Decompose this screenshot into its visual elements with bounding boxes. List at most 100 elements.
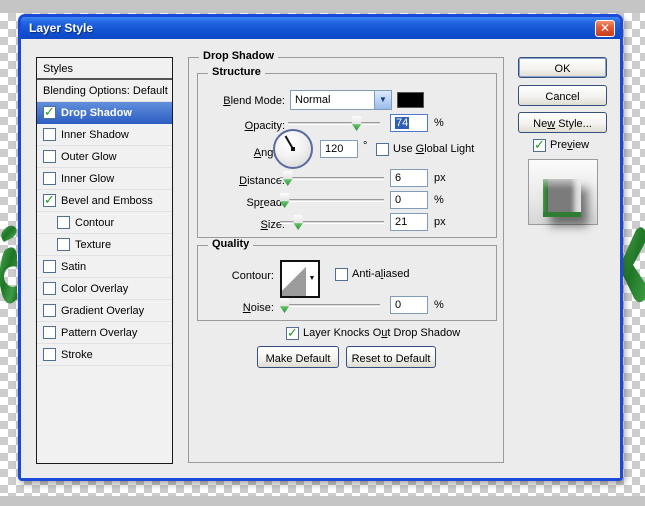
opacity-unit: % (434, 117, 444, 129)
noise-slider-track (280, 304, 380, 307)
sidebar-item[interactable]: Contour (37, 212, 172, 234)
sidebar-item-label: Contour (75, 217, 114, 229)
use-global-light-row: Use Global Light (376, 143, 474, 156)
anti-aliased-label: Anti-aliased (352, 268, 410, 280)
opacity-slider-thumb[interactable] (351, 116, 362, 131)
size-value: 21 (395, 216, 407, 228)
sidebar-item-label: Color Overlay (61, 283, 128, 295)
style-preview-box (528, 159, 598, 225)
ok-button[interactable]: OK (518, 57, 607, 78)
quality-group: Quality Contour: ▼ Anti-aliased Noise: (197, 245, 497, 321)
sidebar-item-label: Blending Options: Default (43, 85, 168, 97)
sidebar-item-checkbox[interactable] (57, 238, 70, 251)
opacity-value: 74 (395, 117, 409, 129)
blend-mode-dropdown[interactable]: Normal ▼ (290, 90, 392, 110)
opacity-slider[interactable] (288, 116, 380, 131)
blend-mode-value: Normal (291, 91, 374, 109)
sidebar-item-label: Bevel and Emboss (61, 195, 153, 207)
sidebar-item-label: Satin (61, 261, 86, 273)
make-default-button[interactable]: Make Default (257, 346, 339, 368)
angle-value: 120 (325, 143, 343, 155)
distance-field[interactable]: 6 (390, 169, 428, 187)
blend-mode-label: Blend Mode: (200, 95, 285, 107)
sidebar-item-checkbox[interactable] (43, 172, 56, 185)
distance-slider[interactable] (280, 171, 384, 186)
styles-list: Styles Blending Options: Default Drop Sha… (36, 57, 173, 464)
opacity-field[interactable]: 74 (390, 114, 428, 132)
preview-row: Preview (533, 139, 589, 152)
sidebar-item[interactable]: Inner Shadow (37, 124, 172, 146)
angle-unit: ° (363, 140, 367, 152)
sidebar-item-checkbox[interactable] (43, 304, 56, 317)
contour-picker[interactable]: ▼ (280, 260, 320, 298)
anti-aliased-row: Anti-aliased (335, 268, 410, 281)
sidebar-item[interactable]: Blending Options: Default (37, 80, 172, 102)
sidebar-item-label: Inner Glow (61, 173, 114, 185)
sidebar-item-checkbox[interactable] (43, 128, 56, 141)
sidebar-item-label: Texture (75, 239, 111, 251)
preview-label: Preview (550, 139, 589, 151)
knockout-row: Layer Knocks Out Drop Shadow (286, 327, 460, 340)
sidebar-item-checkbox[interactable] (43, 150, 56, 163)
spread-slider-thumb[interactable] (279, 193, 290, 208)
sidebar-item-checkbox[interactable] (43, 326, 56, 339)
spread-unit: % (434, 194, 444, 206)
contour-thumbnail[interactable] (282, 262, 306, 296)
angle-field[interactable]: 120 (320, 140, 358, 158)
drop-shadow-panel: Drop Shadow Structure Blend Mode: Normal… (188, 57, 504, 463)
structure-group: Structure Blend Mode: Normal ▼ Opacity: … (197, 73, 497, 238)
sidebar-item[interactable]: Inner Glow (37, 168, 172, 190)
shadow-color-swatch[interactable] (397, 92, 424, 108)
sidebar-item[interactable]: Texture (37, 234, 172, 256)
spread-field[interactable]: 0 (390, 191, 428, 209)
angle-dial[interactable] (273, 129, 313, 169)
sidebar-item[interactable]: Stroke (37, 344, 172, 366)
preview-checkbox[interactable] (533, 139, 546, 152)
layer-knocks-out-label: Layer Knocks Out Drop Shadow (303, 327, 460, 339)
sidebar-item[interactable]: Color Overlay (37, 278, 172, 300)
quality-title: Quality (208, 238, 253, 250)
contour-dropdown-arrow-icon[interactable]: ▼ (306, 262, 318, 296)
sidebar-item[interactable]: Pattern Overlay (37, 322, 172, 344)
sidebar-header-styles[interactable]: Styles (37, 58, 172, 80)
noise-value: 0 (395, 299, 401, 311)
sidebar-item-checkbox[interactable] (43, 282, 56, 295)
cancel-button[interactable]: Cancel (518, 85, 607, 106)
sidebar-item-checkbox[interactable] (43, 106, 56, 119)
sidebar-item-checkbox[interactable] (43, 260, 56, 273)
new-style-button[interactable]: New Style... (518, 112, 607, 133)
dialog-title: Layer Style (29, 21, 93, 35)
background-letter-fragment-left (0, 225, 18, 313)
size-slider[interactable] (280, 215, 384, 230)
top-gray-bar (0, 0, 645, 13)
layer-knocks-out-checkbox[interactable] (286, 327, 299, 340)
size-slider-thumb[interactable] (293, 215, 304, 230)
sidebar-item[interactable]: Satin (37, 256, 172, 278)
dropdown-arrow-icon[interactable]: ▼ (374, 91, 391, 109)
noise-field[interactable]: 0 (390, 296, 428, 314)
use-global-light-label: Use Global Light (393, 143, 474, 155)
sidebar-item-checkbox[interactable] (57, 216, 70, 229)
opacity-slider-track (288, 122, 380, 125)
title-bar[interactable]: Layer Style ✕ (21, 17, 620, 39)
use-global-light-checkbox[interactable] (376, 143, 389, 156)
sidebar-item[interactable]: Gradient Overlay (37, 300, 172, 322)
close-button[interactable]: ✕ (595, 20, 615, 37)
noise-slider-thumb[interactable] (279, 298, 290, 313)
spread-slider[interactable] (280, 193, 384, 208)
anti-aliased-checkbox[interactable] (335, 268, 348, 281)
sidebar-item[interactable]: Drop Shadow (37, 102, 172, 124)
size-field[interactable]: 21 (390, 213, 428, 231)
noise-slider[interactable] (280, 298, 380, 313)
spread-slider-track (280, 199, 384, 202)
sidebar-item-checkbox[interactable] (43, 348, 56, 361)
sidebar-item[interactable]: Bevel and Emboss (37, 190, 172, 212)
sidebar-item-label: Pattern Overlay (61, 327, 137, 339)
sidebar-item[interactable]: Outer Glow (37, 146, 172, 168)
sidebar-item-checkbox[interactable] (43, 194, 56, 207)
sidebar-item-label: Outer Glow (61, 151, 117, 163)
noise-unit: % (434, 299, 444, 311)
distance-slider-thumb[interactable] (282, 171, 293, 186)
reset-to-default-button[interactable]: Reset to Default (346, 346, 436, 368)
dialog-body: Styles Blending Options: Default Drop Sha… (21, 39, 620, 478)
